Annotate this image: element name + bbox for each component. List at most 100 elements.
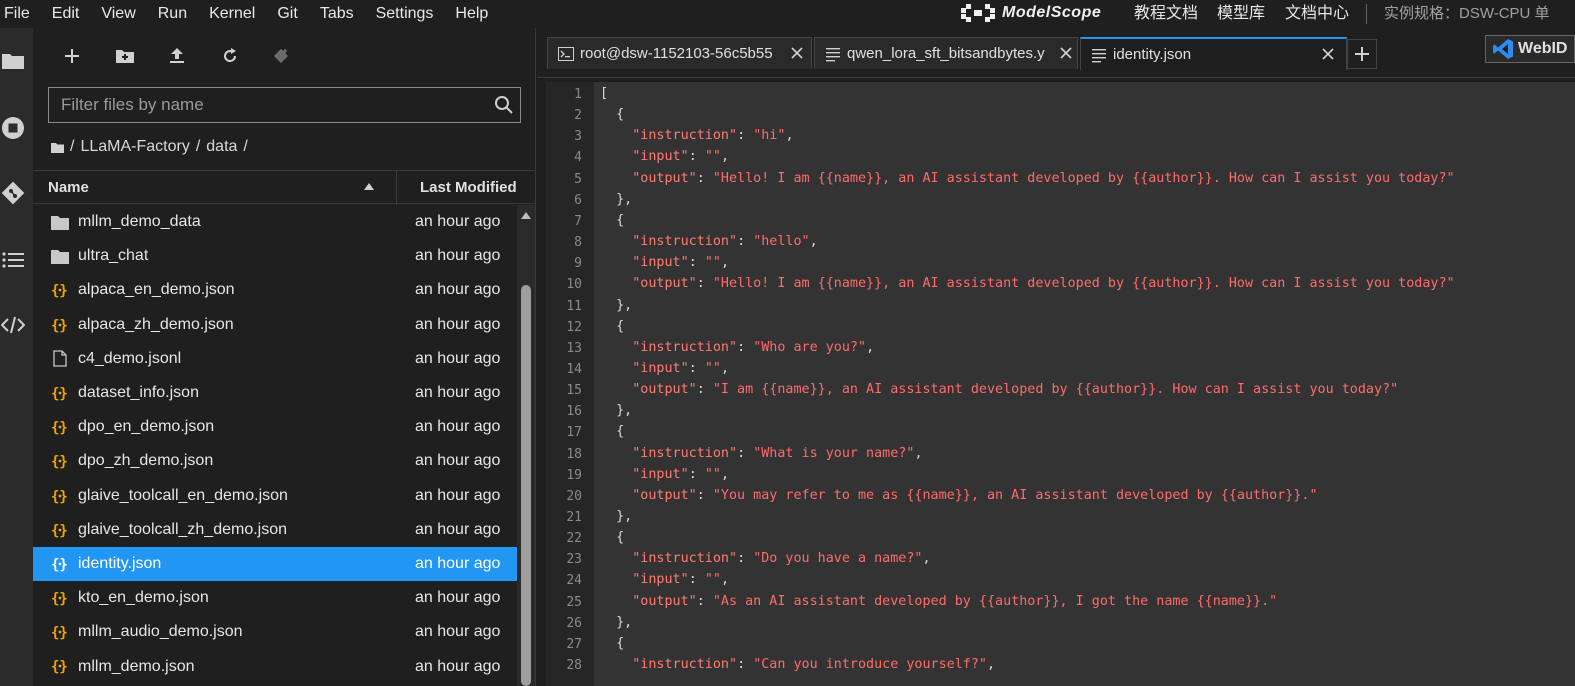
menu-file[interactable]: File xyxy=(0,0,41,28)
code-line[interactable]: "instruction": "What is your name?", xyxy=(600,446,922,461)
model-library-link[interactable]: 模型库 xyxy=(1217,0,1265,28)
code-line[interactable]: [ xyxy=(600,86,608,101)
code-line[interactable]: }, xyxy=(600,298,632,313)
file-browser-tab[interactable] xyxy=(0,48,26,74)
json-file-icon: {} xyxy=(51,657,69,675)
line-number: 28 xyxy=(566,658,582,674)
code-line[interactable]: "input": "", xyxy=(600,361,729,376)
file-row[interactable]: {} alpaca_zh_demo.json an hour ago xyxy=(33,308,517,342)
webide-button[interactable]: WebID xyxy=(1485,35,1575,63)
menu-git[interactable]: Git xyxy=(266,0,308,28)
column-header-last-modified[interactable]: Last Modified xyxy=(420,171,517,205)
code-line[interactable]: }, xyxy=(600,192,632,207)
code-line[interactable]: "input": "", xyxy=(600,149,729,164)
new-tab-button[interactable] xyxy=(1347,39,1377,69)
search-icon[interactable] xyxy=(494,95,514,115)
extensions-tab[interactable] xyxy=(0,312,26,338)
new-folder-button[interactable] xyxy=(113,44,137,68)
line-number: 27 xyxy=(566,636,582,652)
menu-settings[interactable]: Settings xyxy=(365,0,445,28)
line-number: 16 xyxy=(566,404,582,420)
line-number: 13 xyxy=(566,340,582,356)
modelscope-brand[interactable]: ModelScope xyxy=(960,3,1101,23)
running-sessions-tab[interactable] xyxy=(0,115,26,141)
close-icon[interactable] xyxy=(1059,46,1073,60)
file-modified-time: an hour ago xyxy=(415,486,501,504)
table-of-contents-tab[interactable] xyxy=(0,247,26,273)
code-icon xyxy=(1,316,25,334)
file-row[interactable]: c4_demo.jsonl an hour ago xyxy=(33,342,517,376)
menu-kernel[interactable]: Kernel xyxy=(198,0,266,28)
file-row[interactable]: mllm_demo_data an hour ago xyxy=(33,205,517,239)
file-row[interactable]: {} glaive_toolcall_en_demo.json an hour ag… xyxy=(33,479,517,513)
filter-input[interactable] xyxy=(49,88,479,122)
code-line[interactable]: { xyxy=(600,424,624,439)
tab-terminal[interactable]: root@dsw-1152103-56c5b55 xyxy=(547,37,812,69)
column-header-name[interactable]: Name xyxy=(48,171,89,205)
code-content[interactable]: [ { "instruction": "hi", "input": "", "o… xyxy=(594,82,1575,686)
file-row[interactable]: {} mllm_demo.json an hour ago xyxy=(33,649,517,683)
code-line[interactable]: "output": "You may refer to me as {{name… xyxy=(600,488,1317,503)
code-line[interactable]: "instruction": "Do you have a name?", xyxy=(600,551,930,566)
tutorial-docs-link[interactable]: 教程文档 xyxy=(1134,0,1198,28)
sort-ascending-icon[interactable] xyxy=(363,182,375,192)
code-line[interactable]: "output": "Hello! I am {{name}}, an AI a… xyxy=(600,171,1454,186)
code-line[interactable]: "input": "", xyxy=(600,255,729,270)
breadcrumb-item-llama-factory[interactable]: LLaMA-Factory xyxy=(80,138,189,156)
upload-button[interactable] xyxy=(165,44,189,68)
file-row[interactable]: {} kto_en_demo.json an hour ago xyxy=(33,581,517,615)
json-punctuation: , xyxy=(809,234,818,250)
code-line[interactable]: }, xyxy=(600,509,632,524)
new-launcher-button[interactable] xyxy=(60,44,84,68)
code-line[interactable]: "output": "Hello! I am {{name}}, an AI a… xyxy=(600,276,1454,291)
code-line[interactable]: }, xyxy=(600,615,632,630)
code-line[interactable]: { xyxy=(600,107,624,122)
scrollbar-thumb[interactable] xyxy=(521,285,531,686)
code-line[interactable]: { xyxy=(600,319,624,334)
file-row[interactable]: {} dpo_zh_demo.json an hour ago xyxy=(33,444,517,478)
file-row[interactable]: {} alpaca_en_demo.json an hour ago xyxy=(33,273,517,307)
code-line[interactable]: { xyxy=(600,636,624,651)
menu-edit[interactable]: Edit xyxy=(41,0,91,28)
breadcrumb-item-data[interactable]: data xyxy=(206,138,237,156)
code-line[interactable]: "instruction": "Can you introduce yourse… xyxy=(600,657,995,672)
menu-tabs[interactable]: Tabs xyxy=(309,0,365,28)
home-folder-icon[interactable] xyxy=(51,142,64,153)
code-editor[interactable]: 1 2 3 4 5 6 7 8 9 10 11 12 13 14 15 16 17 18 19 20 21 22 23 24 2… xyxy=(546,82,1575,686)
code-line[interactable]: "output": "As an AI assistant developed … xyxy=(600,594,1277,609)
code-line[interactable]: { xyxy=(600,530,624,545)
code-line[interactable]: "input": "", xyxy=(600,572,729,587)
tab-identity-json[interactable]: identity.json xyxy=(1080,37,1347,70)
file-row[interactable]: ultra_chat an hour ago xyxy=(33,239,517,273)
json-punctuation: [ xyxy=(600,86,609,101)
menu-help[interactable]: Help xyxy=(444,0,499,28)
close-icon[interactable] xyxy=(1321,47,1335,61)
scroll-up-arrow-icon[interactable] xyxy=(520,211,532,221)
file-row[interactable]: {} dpo_en_demo.json an hour ago xyxy=(33,410,517,444)
file-row[interactable]: {} identity.json an hour ago xyxy=(33,546,517,582)
code-line[interactable]: }, xyxy=(600,403,632,418)
git-clone-button[interactable] xyxy=(269,44,293,68)
git-tab[interactable] xyxy=(0,180,26,206)
file-list-scrollbar[interactable] xyxy=(517,205,535,686)
json-punctuation: { xyxy=(600,424,625,440)
docs-center-link[interactable]: 文档中心 xyxy=(1285,0,1349,28)
json-punctuation: , xyxy=(785,128,794,144)
new-folder-icon xyxy=(116,50,134,63)
menu-view[interactable]: View xyxy=(90,0,146,28)
file-row[interactable]: {} glaive_toolcall_zh_demo.json an hour ag… xyxy=(33,513,517,547)
tab-qwen-lora-config[interactable]: qwen_lora_sft_bitsandbytes.y xyxy=(814,37,1078,69)
code-line[interactable]: "instruction": "hello", xyxy=(600,234,818,250)
code-line[interactable]: "output": "I am {{name}}, an AI assistan… xyxy=(600,382,1398,397)
code-line[interactable]: "instruction": "hi", xyxy=(600,128,794,144)
column-divider[interactable] xyxy=(396,171,397,205)
close-icon[interactable] xyxy=(790,46,804,60)
json-key: "output" xyxy=(632,593,697,609)
menu-run[interactable]: Run xyxy=(147,0,198,28)
code-line[interactable]: { xyxy=(600,213,624,228)
code-line[interactable]: "input": "", xyxy=(600,467,729,482)
file-row[interactable]: {} dataset_info.json an hour ago xyxy=(33,376,517,410)
refresh-button[interactable] xyxy=(218,44,242,68)
file-row[interactable]: {} mllm_audio_demo.json an hour ago xyxy=(33,615,517,649)
code-line[interactable]: "instruction": "Who are you?", xyxy=(600,340,874,355)
